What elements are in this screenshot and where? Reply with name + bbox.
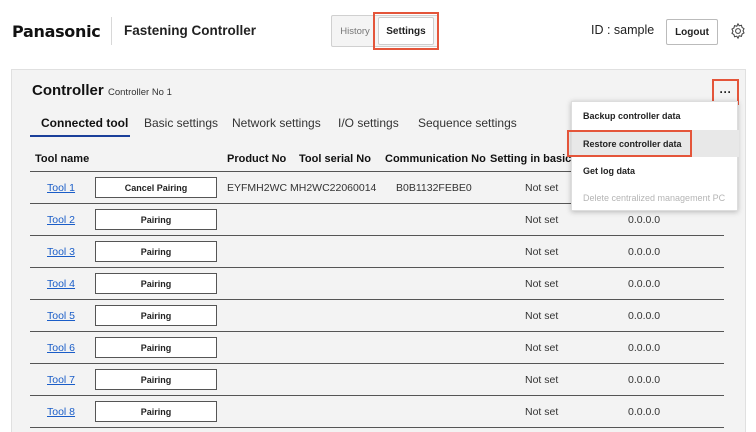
- tab-connected-tool[interactable]: Connected tool: [41, 116, 128, 130]
- pairing-button[interactable]: Pairing: [95, 401, 217, 422]
- pairing-button[interactable]: Pairing: [95, 209, 217, 230]
- gear-icon[interactable]: [729, 22, 747, 40]
- menu-item-get-log[interactable]: Get log data: [572, 157, 739, 184]
- column-header-tool-name: Tool name: [35, 153, 90, 165]
- page-title: Controller: [32, 82, 104, 99]
- cancel-pairing-button[interactable]: Cancel Pairing: [95, 177, 217, 198]
- basic-setting-cell: Not set: [525, 374, 559, 386]
- pairing-button[interactable]: Pairing: [95, 305, 217, 326]
- tool-name-link[interactable]: Tool 6: [47, 342, 75, 354]
- table-row-divider: [30, 235, 724, 236]
- tab-basic-settings[interactable]: Basic settings: [144, 116, 218, 130]
- app-header: Panasonic Fastening Controller History S…: [0, 0, 756, 58]
- tool-serial-cell: MH2WC22060014: [290, 182, 377, 194]
- tool-name-link[interactable]: Tool 8: [47, 406, 75, 418]
- app-title: Fastening Controller: [124, 23, 257, 38]
- header-divider: [111, 17, 112, 45]
- tool-name-link[interactable]: Tool 5: [47, 310, 75, 322]
- menu-item-backup[interactable]: Backup controller data: [572, 102, 739, 130]
- ip-address-cell: 0.0.0.0: [628, 374, 661, 386]
- table-row-divider: [30, 427, 724, 428]
- pairing-button[interactable]: Pairing: [95, 369, 217, 390]
- active-tab-underline: [30, 135, 130, 137]
- basic-setting-cell: Not set: [525, 342, 559, 354]
- more-options-menu: Backup controller data Restore controlle…: [571, 101, 739, 211]
- logout-button[interactable]: Logout: [666, 19, 718, 45]
- basic-setting-cell: Not set: [525, 214, 559, 226]
- controller-subtitle: Controller No 1: [108, 87, 172, 98]
- ip-address-cell: 0.0.0.0: [628, 214, 661, 226]
- communication-no-cell: B0B1132FEBE0: [396, 182, 472, 194]
- table-row-divider: [30, 267, 724, 268]
- tool-name-link[interactable]: Tool 2: [47, 214, 75, 226]
- menu-item-restore[interactable]: Restore controller data: [572, 130, 739, 157]
- table-row-divider: [30, 395, 724, 396]
- table-row-divider: [30, 299, 724, 300]
- menu-item-delete-pc: Delete centralized management PC: [583, 193, 726, 203]
- settings-button[interactable]: Settings: [378, 17, 434, 45]
- pairing-button[interactable]: Pairing: [95, 337, 217, 358]
- column-header-tool-serial: Tool serial No: [299, 153, 371, 165]
- pairing-button[interactable]: Pairing: [95, 241, 217, 262]
- more-options-button[interactable]: ···: [717, 84, 734, 100]
- tool-name-link[interactable]: Tool 7: [47, 374, 75, 386]
- ip-address-cell: 0.0.0.0: [628, 278, 661, 290]
- tool-name-link[interactable]: Tool 4: [47, 278, 75, 290]
- ip-address-cell: 0.0.0.0: [628, 406, 661, 418]
- pairing-button[interactable]: Pairing: [95, 273, 217, 294]
- tab-network-settings[interactable]: Network settings: [232, 116, 321, 130]
- tab-io-settings[interactable]: I/O settings: [338, 116, 399, 130]
- brand-logo: Panasonic: [12, 22, 101, 41]
- table-row-divider: [30, 363, 724, 364]
- tool-name-link[interactable]: Tool 3: [47, 246, 75, 258]
- product-no-cell: EYFMH2WC: [227, 182, 288, 194]
- history-button[interactable]: History: [335, 19, 375, 43]
- user-id-label: ID : sample: [591, 23, 655, 37]
- basic-setting-cell: Not set: [525, 310, 559, 322]
- column-header-product-no: Product No: [227, 153, 287, 165]
- table-row-divider: [30, 331, 724, 332]
- tool-name-link[interactable]: Tool 1: [47, 182, 75, 194]
- ip-address-cell: 0.0.0.0: [628, 310, 661, 322]
- tab-sequence-settings[interactable]: Sequence settings: [418, 116, 517, 130]
- basic-setting-cell: Not set: [525, 246, 559, 258]
- column-header-communication-no: Communication No: [385, 153, 486, 165]
- basic-setting-cell: Not set: [525, 182, 559, 194]
- ip-address-cell: 0.0.0.0: [628, 246, 661, 258]
- basic-setting-cell: Not set: [525, 278, 559, 290]
- ip-address-cell: 0.0.0.0: [628, 342, 661, 354]
- basic-setting-cell: Not set: [525, 406, 559, 418]
